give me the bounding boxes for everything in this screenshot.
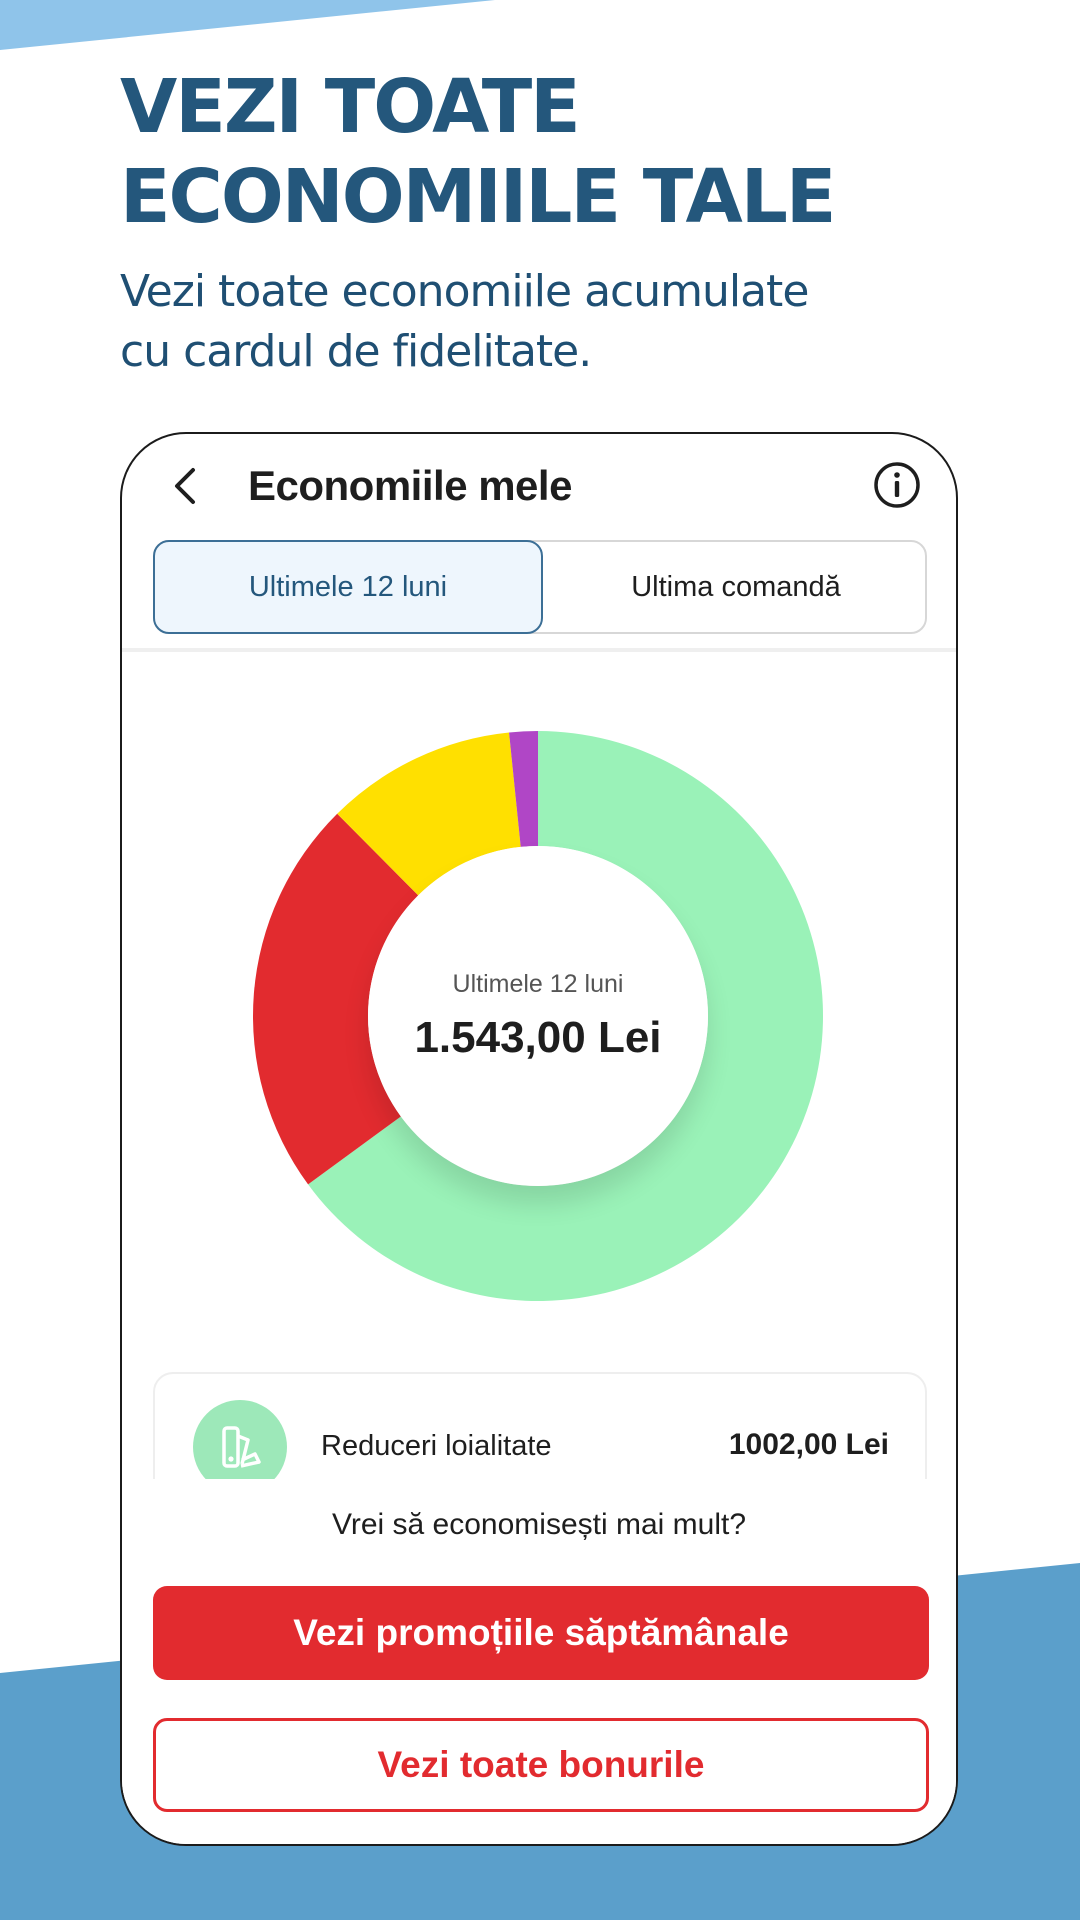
promo-headline-line-2: ECONOMIILE TALE	[120, 154, 836, 240]
promo-headline-line-1: VEZI TOATE	[120, 64, 581, 150]
divider	[122, 648, 956, 652]
phone-frame: Economiile mele Ultimele 12 luni Ultima …	[120, 432, 958, 1846]
save-more-prompt: Vrei să economisești mai mult?	[331, 1508, 747, 1541]
info-circle-icon	[874, 462, 920, 508]
tab-last-order[interactable]: Ultima comandă	[543, 540, 929, 634]
info-button[interactable]	[872, 460, 922, 510]
total-period-label: Ultimele 12 luni	[452, 969, 624, 998]
screen-title: Economiile mele	[248, 462, 572, 509]
breakdown-label: Reduceri loialitate	[321, 1430, 552, 1462]
promo-subtitle-line-2: cu cardul de fidelitate.	[120, 326, 592, 377]
back-button[interactable]	[162, 464, 206, 508]
chevron-left-icon	[175, 468, 195, 504]
donut-center: Ultimele 12 luni 1.543,00 Lei	[368, 846, 708, 1186]
all-receipts-button[interactable]: Vezi toate bonurile	[153, 1718, 929, 1812]
savings-donut-chart: Ultimele 12 luni 1.543,00 Lei	[248, 726, 828, 1306]
decorative-top-stripe	[0, 0, 495, 50]
tab-last-12-months[interactable]: Ultimele 12 luni	[153, 540, 543, 634]
promo-headline: VEZI TOATE ECONOMIILE TALE	[120, 62, 836, 242]
weekly-promotions-button[interactable]: Vezi promoțiile săptămânale	[153, 1586, 929, 1680]
promo-subtitle: Vezi toate economiile acumulate cu cardu…	[120, 262, 809, 382]
total-savings-value: 1.543,00 Lei	[414, 1012, 662, 1062]
breakdown-value: 1002,00 Lei	[728, 1428, 889, 1461]
promo-subtitle-line-1: Vezi toate economiile acumulate	[120, 266, 809, 317]
app-bar: Economiile mele	[122, 434, 956, 534]
period-tabs: Ultimele 12 luni Ultima comandă	[153, 540, 927, 634]
